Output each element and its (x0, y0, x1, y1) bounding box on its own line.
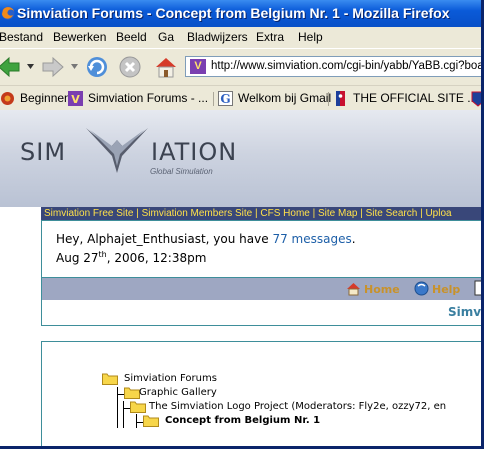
help-icon (414, 281, 429, 296)
nfl-icon[interactable] (470, 91, 484, 107)
tree-connector (136, 422, 143, 423)
nba-icon (336, 91, 345, 106)
menu-bladwijzers[interactable]: Bladwijzers (187, 27, 248, 48)
search-icon[interactable] (474, 280, 484, 297)
url-text: http://www.simviation.com/cgi-bin/yabb/Y… (211, 60, 484, 72)
forum-toolbar: Home Help (41, 278, 484, 300)
date-line: Aug 27th, 2006, 12:38pm (56, 250, 206, 265)
title-bar[interactable]: Simviation Forums - Concept from Belgium… (0, 0, 481, 27)
breadcrumb-label: The Simviation Logo Project (Moderators:… (149, 401, 447, 412)
home-button[interactable] (153, 54, 179, 80)
menu-beeld[interactable]: Beeld (116, 27, 147, 48)
simviation-favicon: V (190, 59, 206, 74)
breadcrumb-label-current: Concept from Belgium Nr. 1 (165, 415, 321, 426)
svg-text:V: V (71, 93, 80, 106)
bookmark-label: THE OFFICIAL SITE ... (353, 91, 478, 105)
menu-extra[interactable]: Extra (256, 27, 284, 48)
help-label: Help (432, 283, 461, 296)
greeting-text: Hey, Alphajet_Enthusiast, you have (56, 232, 273, 246)
breadcrumb-label: Simviation Forums (124, 373, 217, 384)
back-button[interactable] (0, 54, 22, 80)
folder-icon (102, 373, 118, 385)
site-banner: SIM IATION Global Simulation (0, 110, 481, 207)
home-label: Home (364, 283, 400, 296)
reload-button[interactable] (84, 54, 110, 80)
tree-connector (123, 401, 124, 428)
menu-ga[interactable]: Ga (158, 27, 174, 48)
menu-bar: Bestand Bewerken Beeld Ga Bladwijzers Ex… (0, 27, 481, 48)
logo-text-left: SIM (20, 138, 67, 166)
folder-icon (143, 415, 159, 427)
window-title: Simviation Forums - Concept from Belgium… (17, 5, 450, 21)
navigation-toolbar: V http://www.simviation.com/cgi-bin/yabb… (0, 48, 484, 85)
house-icon (347, 283, 360, 296)
folder-icon (130, 401, 146, 413)
logo-text-right: IATION (151, 138, 238, 166)
firefox-icon (1, 6, 15, 20)
subheader-title: Simv (448, 305, 482, 319)
firefox-icon (1, 92, 14, 105)
menu-help[interactable]: Help (298, 27, 323, 48)
back-dropdown-icon[interactable] (27, 64, 34, 69)
site-links-bar[interactable]: Simviation Free Site | Simviation Member… (41, 207, 481, 220)
menu-bewerken[interactable]: Bewerken (53, 27, 106, 48)
date-rest: , 2006, 12:38pm (106, 251, 207, 265)
jet-logo-icon (86, 128, 148, 173)
forward-dropdown-icon[interactable] (71, 64, 78, 69)
date-text: Aug 27 (56, 251, 99, 265)
date-suffix: th (98, 250, 107, 259)
menu-bestand[interactable]: Bestand (0, 27, 43, 48)
logo-tagline: Global Simulation (150, 167, 213, 176)
bookmark-label: Welkom bij Gmail (238, 91, 332, 105)
greeting-line: Hey, Alphajet_Enthusiast, you have 77 me… (56, 232, 356, 246)
tree-connector (117, 394, 124, 395)
simviation-icon: V (68, 91, 83, 106)
bookmark-separator (328, 92, 329, 106)
bookmarks-toolbar: Beginnen V Simviation Forums - ... G Wel… (0, 85, 484, 110)
tree-connector (123, 408, 130, 409)
bookmark-label: Beginnen (20, 91, 71, 105)
bookmark-label: Simviation Forums - ... (88, 91, 209, 105)
messages-link[interactable]: 77 messages (272, 232, 351, 246)
greeting-end: . (351, 232, 356, 246)
folder-icon (124, 387, 140, 399)
stop-button[interactable] (117, 54, 143, 80)
breadcrumb-tree: Simviation Forums Graphic Gallery The Si… (41, 341, 481, 446)
user-info-box: Hey, Alphajet_Enthusiast, you have 77 me… (41, 220, 481, 278)
breadcrumb-label: Graphic Gallery (139, 387, 217, 398)
gmail-icon: G (218, 91, 233, 106)
address-bar[interactable]: V http://www.simviation.com/cgi-bin/yabb… (185, 56, 484, 77)
subheader-row: Simv (41, 300, 482, 326)
page-content: SIM IATION Global Simulation Simviation … (0, 110, 484, 446)
forward-button[interactable] (40, 54, 66, 80)
svg-text:G: G (220, 92, 230, 106)
tree-connector (136, 414, 137, 428)
browser-window: Simviation Forums - Concept from Belgium… (0, 0, 484, 449)
bookmark-separator (213, 92, 214, 106)
